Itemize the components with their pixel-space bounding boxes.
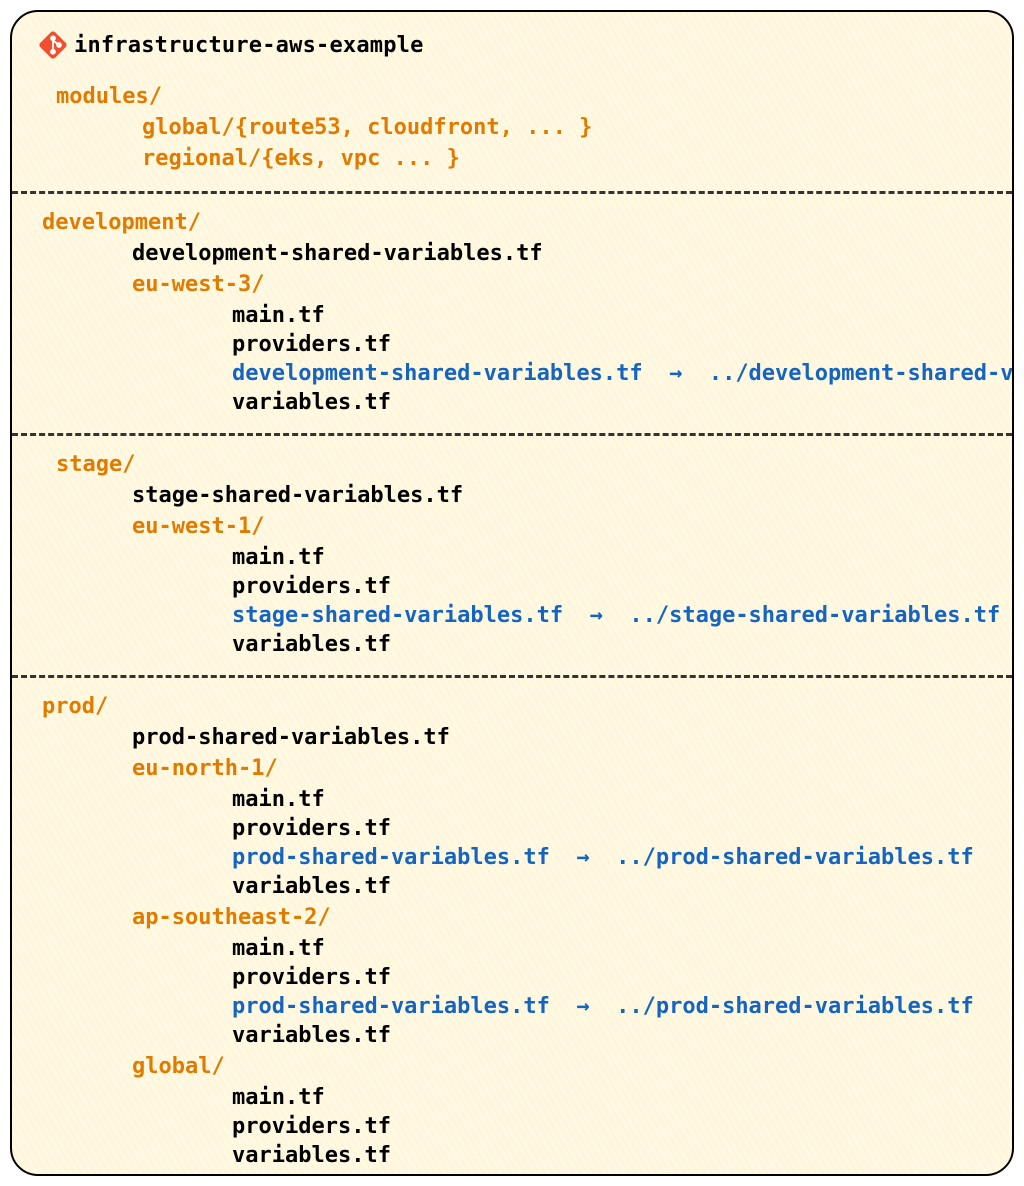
file-prod-shared-vars: prod-shared-variables.tf [42,725,982,750]
section-modules: modules/ global/{route53, cloudfront, ..… [12,68,1012,191]
file-main-tf: main.tf [42,1085,982,1110]
dir-global: global/ [42,1054,982,1079]
git-icon [38,30,68,60]
file-providers-tf: providers.tf [42,574,982,599]
repo-header: infrastructure-aws-example [12,12,1012,68]
file-providers-tf: providers.tf [42,1114,982,1139]
symlink-prod-shared-vars: prod-shared-variables.tf → ../prod-share… [42,845,982,870]
file-main-tf: main.tf [42,303,982,328]
symlink-dev-shared-vars: development-shared-variables.tf → ../dev… [42,361,982,386]
file-variables-tf: variables.tf [42,1143,982,1168]
dir-eu-west-3: eu-west-3/ [42,272,982,297]
dir-development: development/ [42,210,982,235]
file-main-tf: main.tf [42,936,982,961]
file-variables-tf: variables.tf [42,874,982,899]
section-development: development/ development-shared-variable… [12,194,1012,433]
section-prod: prod/ prod-shared-variables.tf eu-north-… [12,678,1012,1176]
dir-ap-southeast-2: ap-southeast-2/ [42,905,982,930]
file-providers-tf: providers.tf [42,816,982,841]
file-variables-tf: variables.tf [42,632,982,657]
modules-regional-line: regional/{eks, vpc ... } [42,146,982,171]
file-main-tf: main.tf [42,787,982,812]
modules-global-line: global/{route53, cloudfront, ... } [42,115,982,140]
symlink-stage-shared-vars: stage-shared-variables.tf → ../stage-sha… [42,603,982,628]
file-variables-tf: variables.tf [42,390,982,415]
file-dev-shared-vars: development-shared-variables.tf [42,241,982,266]
dir-stage: stage/ [42,452,982,477]
dir-eu-north-1: eu-north-1/ [42,756,982,781]
section-stage: stage/ stage-shared-variables.tf eu-west… [12,436,1012,675]
dir-prod: prod/ [42,694,982,719]
repo-title: infrastructure-aws-example [74,33,424,58]
file-main-tf: main.tf [42,545,982,570]
file-stage-shared-vars: stage-shared-variables.tf [42,483,982,508]
file-variables-tf: variables.tf [42,1023,982,1048]
repo-card: infrastructure-aws-example modules/ glob… [10,10,1014,1176]
file-providers-tf: providers.tf [42,332,982,357]
symlink-prod-shared-vars: prod-shared-variables.tf → ../prod-share… [42,994,982,1019]
dir-eu-west-1: eu-west-1/ [42,514,982,539]
dir-modules: modules/ [42,84,982,109]
file-providers-tf: providers.tf [42,965,982,990]
